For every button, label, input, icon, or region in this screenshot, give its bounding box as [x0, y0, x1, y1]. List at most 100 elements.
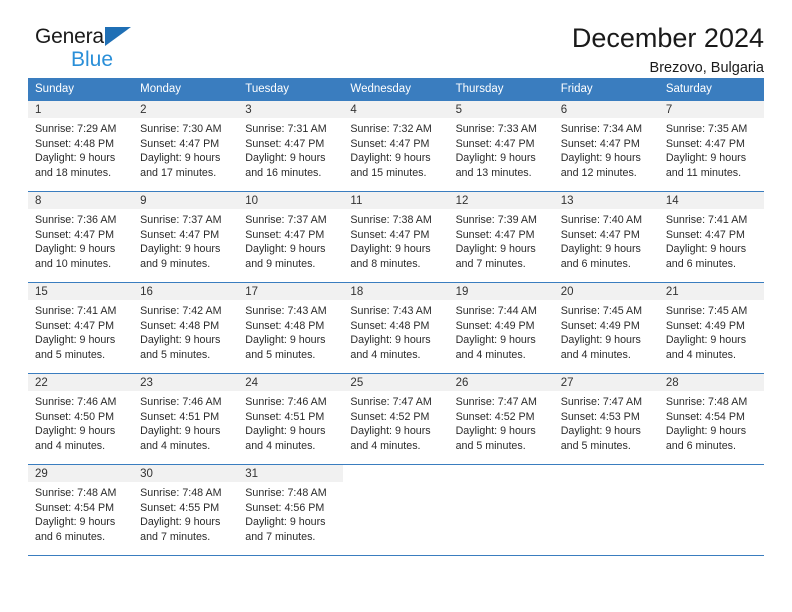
day-details: Sunrise: 7:48 AM Sunset: 4:55 PM Daylight:…: [133, 482, 238, 544]
day-number: 11: [343, 192, 449, 209]
daylight-duration-line1: Daylight: 9 hours: [665, 152, 747, 165]
day-details: Sunrise: 7:48 AM Sunset: 4:54 PM Daylight:…: [28, 482, 133, 544]
daylight-duration-line2: and 4 minutes.: [35, 439, 106, 452]
calendar-day-cell[interactable]: 12 Sunrise: 7:39 AM Sunset: 4:47 PM Dayligh…: [448, 191, 554, 283]
calendar-day-cell[interactable]: 17 Sunrise: 7:43 AM Sunset: 4:48 PM Dayligh…: [238, 282, 344, 374]
sunset-time: Sunset: 4:47 PM: [665, 228, 745, 241]
calendar-day-cell[interactable]: 22 Sunrise: 7:46 AM Sunset: 4:50 PM Dayligh…: [28, 373, 134, 465]
calendar-day-cell[interactable]: 31 Sunrise: 7:48 AM Sunset: 4:56 PM Dayligh…: [238, 464, 344, 556]
weekday-header-tuesday: Tuesday: [238, 78, 344, 101]
day-number: 31: [238, 465, 344, 482]
daylight-duration-line1: Daylight: 9 hours: [560, 425, 641, 438]
day-number: 4: [343, 101, 449, 118]
daylight-duration-line2: and 7 minutes.: [455, 257, 526, 270]
calendar-day-cell[interactable]: 2 Sunrise: 7:30 AM Sunset: 4:47 PM Daylight…: [133, 100, 239, 192]
calendar-day-cell[interactable]: 18 Sunrise: 7:43 AM Sunset: 4:48 PM Dayligh…: [343, 282, 449, 374]
calendar-day-cell[interactable]: 13 Sunrise: 7:40 AM Sunset: 4:47 PM Dayligh…: [553, 191, 659, 283]
calendar-day-cell[interactable]: 15 Sunrise: 7:41 AM Sunset: 4:47 PM Dayligh…: [28, 282, 134, 374]
day-cell-inner: 2 Sunrise: 7:30 AM Sunset: 4:47 PM Daylight…: [133, 101, 239, 191]
calendar-day-cell[interactable]: 25 Sunrise: 7:47 AM Sunset: 4:52 PM Dayligh…: [343, 373, 449, 465]
calendar-day-cell[interactable]: 23 Sunrise: 7:46 AM Sunset: 4:51 PM Dayligh…: [133, 373, 239, 465]
daylight-duration-line1: Daylight: 9 hours: [455, 243, 536, 256]
day-cell-inner: [553, 465, 659, 555]
sunset-time: Sunset: 4:47 PM: [350, 137, 430, 150]
day-number: 30: [133, 465, 239, 482]
calendar-day-cell[interactable]: 8 Sunrise: 7:36 AM Sunset: 4:47 PM Daylight…: [28, 191, 134, 283]
calendar-day-cell[interactable]: 4 Sunrise: 7:32 AM Sunset: 4:47 PM Daylight…: [343, 100, 449, 192]
day-details: Sunrise: 7:36 AM Sunset: 4:47 PM Daylight:…: [28, 209, 133, 271]
calendar-day-cell[interactable]: 14 Sunrise: 7:41 AM Sunset: 4:47 PM Dayligh…: [658, 191, 764, 283]
logo-text-general: General: [35, 26, 265, 48]
sunrise-time: Sunrise: 7:29 AM: [35, 123, 117, 135]
day-details: Sunrise: 7:33 AM Sunset: 4:47 PM Daylight:…: [449, 118, 554, 180]
sunset-time: Sunset: 4:49 PM: [560, 319, 640, 332]
calendar-day-cell[interactable]: 16 Sunrise: 7:42 AM Sunset: 4:48 PM Dayligh…: [133, 282, 239, 374]
day-cell-inner: 19 Sunrise: 7:44 AM Sunset: 4:49 PM Dayligh…: [448, 283, 554, 373]
daylight-duration-line1: Daylight: 9 hours: [245, 425, 326, 438]
day-cell-inner: [658, 465, 764, 555]
generalblue-logo[interactable]: General Blue: [35, 26, 265, 78]
sunrise-time: Sunrise: 7:37 AM: [140, 214, 222, 226]
daylight-duration-line1: Daylight: 9 hours: [245, 334, 326, 347]
daylight-duration-line2: and 9 minutes.: [245, 257, 316, 270]
sunset-time: Sunset: 4:48 PM: [140, 319, 220, 332]
calendar-day-cell[interactable]: 11 Sunrise: 7:38 AM Sunset: 4:47 PM Dayligh…: [343, 191, 449, 283]
calendar-day-cell[interactable]: 1 Sunrise: 7:29 AM Sunset: 4:48 PM Daylight…: [28, 100, 134, 192]
sunset-time: Sunset: 4:51 PM: [245, 410, 325, 423]
logo-triangle-icon: [105, 27, 131, 46]
sunset-time: Sunset: 4:47 PM: [560, 228, 640, 241]
calendar-cell-empty: [448, 464, 554, 556]
calendar-day-cell[interactable]: 29 Sunrise: 7:48 AM Sunset: 4:54 PM Dayligh…: [28, 464, 134, 556]
day-number: 20: [553, 283, 659, 300]
sunrise-time: Sunrise: 7:41 AM: [665, 214, 748, 226]
sunset-time: Sunset: 4:47 PM: [560, 137, 640, 150]
daylight-duration-line2: and 6 minutes.: [665, 439, 736, 452]
day-details: Sunrise: 7:47 AM Sunset: 4:52 PM Daylight:…: [343, 391, 448, 453]
calendar-day-cell[interactable]: 7 Sunrise: 7:35 AM Sunset: 4:47 PM Daylight…: [658, 100, 764, 192]
calendar-day-cell[interactable]: 20 Sunrise: 7:45 AM Sunset: 4:49 PM Dayligh…: [553, 282, 659, 374]
sunset-time: Sunset: 4:47 PM: [350, 228, 430, 241]
day-cell-inner: 8 Sunrise: 7:36 AM Sunset: 4:47 PM Daylight…: [28, 192, 134, 282]
sunset-time: Sunset: 4:53 PM: [560, 410, 640, 423]
daylight-duration-line1: Daylight: 9 hours: [665, 425, 747, 438]
daylight-duration-line1: Daylight: 9 hours: [140, 152, 221, 165]
calendar-day-cell[interactable]: 3 Sunrise: 7:31 AM Sunset: 4:47 PM Daylight…: [238, 100, 344, 192]
sunset-time: Sunset: 4:47 PM: [245, 137, 325, 150]
day-number: 29: [28, 465, 134, 482]
calendar-day-cell[interactable]: 26 Sunrise: 7:47 AM Sunset: 4:52 PM Dayligh…: [448, 373, 554, 465]
daylight-duration-line2: and 5 minutes.: [245, 348, 316, 361]
daylight-duration-line2: and 11 minutes.: [665, 166, 742, 179]
calendar-day-cell[interactable]: 10 Sunrise: 7:37 AM Sunset: 4:47 PM Dayligh…: [238, 191, 344, 283]
weekday-header-saturday: Saturday: [658, 78, 764, 101]
calendar-day-cell[interactable]: 30 Sunrise: 7:48 AM Sunset: 4:55 PM Dayligh…: [133, 464, 239, 556]
day-number: [343, 465, 449, 482]
weekday-header-wednesday: Wednesday: [343, 78, 449, 101]
calendar-day-cell[interactable]: 9 Sunrise: 7:37 AM Sunset: 4:47 PM Daylight…: [133, 191, 239, 283]
calendar-day-cell[interactable]: 27 Sunrise: 7:47 AM Sunset: 4:53 PM Dayligh…: [553, 373, 659, 465]
day-cell-inner: 14 Sunrise: 7:41 AM Sunset: 4:47 PM Dayligh…: [658, 192, 764, 282]
calendar-day-cell[interactable]: 6 Sunrise: 7:34 AM Sunset: 4:47 PM Daylight…: [553, 100, 659, 192]
day-number: 17: [238, 283, 344, 300]
day-details: Sunrise: 7:43 AM Sunset: 4:48 PM Daylight:…: [343, 300, 448, 362]
day-number: 7: [658, 101, 764, 118]
sunset-time: Sunset: 4:48 PM: [350, 319, 430, 332]
day-details: Sunrise: 7:37 AM Sunset: 4:47 PM Daylight:…: [238, 209, 343, 271]
sunset-time: Sunset: 4:48 PM: [35, 137, 115, 150]
day-number: 13: [553, 192, 659, 209]
sunset-time: Sunset: 4:52 PM: [455, 410, 535, 423]
calendar-day-cell[interactable]: 21 Sunrise: 7:45 AM Sunset: 4:49 PM Dayligh…: [658, 282, 764, 374]
calendar-day-cell[interactable]: 5 Sunrise: 7:33 AM Sunset: 4:47 PM Daylight…: [448, 100, 554, 192]
day-cell-inner: 21 Sunrise: 7:45 AM Sunset: 4:49 PM Dayligh…: [658, 283, 764, 373]
day-number: 3: [238, 101, 344, 118]
calendar-day-cell[interactable]: 28 Sunrise: 7:48 AM Sunset: 4:54 PM Dayligh…: [658, 373, 764, 465]
weekday-header-thursday: Thursday: [448, 78, 554, 101]
day-number: 8: [28, 192, 134, 209]
daylight-duration-line2: and 4 minutes.: [665, 348, 736, 361]
calendar-table: Sunday Monday Tuesday Wednesday Thursday…: [28, 78, 764, 556]
calendar-day-cell[interactable]: 24 Sunrise: 7:46 AM Sunset: 4:51 PM Dayligh…: [238, 373, 344, 465]
day-cell-inner: 18 Sunrise: 7:43 AM Sunset: 4:48 PM Dayligh…: [343, 283, 449, 373]
daylight-duration-line2: and 6 minutes.: [665, 257, 736, 270]
day-cell-inner: 22 Sunrise: 7:46 AM Sunset: 4:50 PM Dayligh…: [28, 374, 134, 464]
day-cell-inner: 31 Sunrise: 7:48 AM Sunset: 4:56 PM Dayligh…: [238, 465, 344, 555]
calendar-day-cell[interactable]: 19 Sunrise: 7:44 AM Sunset: 4:49 PM Dayligh…: [448, 282, 554, 374]
